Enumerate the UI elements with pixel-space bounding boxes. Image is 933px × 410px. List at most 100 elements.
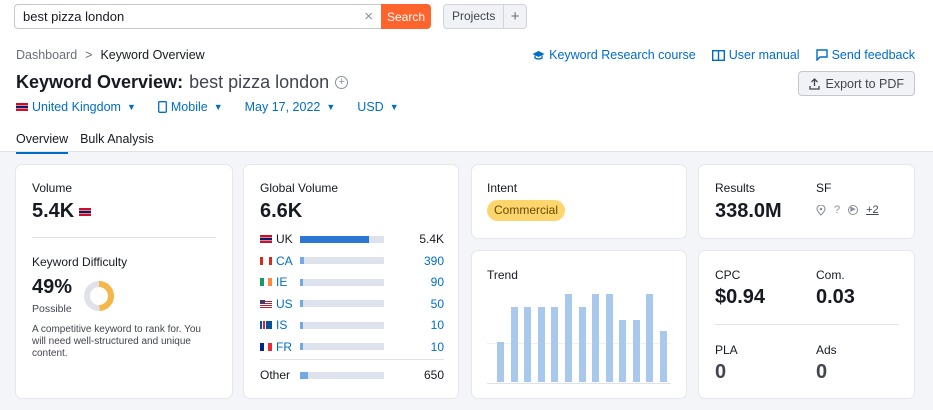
country-volume[interactable]: 10 xyxy=(384,340,444,354)
book-icon xyxy=(711,49,725,61)
difficulty-level: Possible xyxy=(32,303,72,315)
device-filter-label[interactable]: Mobile xyxy=(171,100,208,114)
divider xyxy=(260,359,444,360)
results-label: Results xyxy=(715,181,756,195)
intent-card: Intent Commercial xyxy=(472,165,686,238)
add-project-icon[interactable]: + xyxy=(504,8,526,25)
volume-bar-track xyxy=(300,300,384,307)
country-filter[interactable]: United Kingdom ▼ xyxy=(16,100,136,114)
export-icon xyxy=(808,77,820,90)
tab-overview[interactable]: Overview xyxy=(16,132,69,154)
cpc-value: $0.94 xyxy=(715,286,766,308)
country-cell[interactable]: US xyxy=(260,297,300,311)
country-volume[interactable]: 390 xyxy=(384,254,444,268)
trend-chart xyxy=(497,294,667,382)
country-volume[interactable]: 90 xyxy=(384,275,444,289)
trend-bar xyxy=(646,294,654,382)
country-code[interactable]: IE xyxy=(276,275,287,289)
user-manual-label[interactable]: User manual xyxy=(729,48,800,62)
ca-flag-icon xyxy=(260,256,272,265)
date-filter[interactable]: May 17, 2022 ▼ xyxy=(245,100,336,114)
trend-bar xyxy=(524,307,532,382)
country-filter-label[interactable]: United Kingdom xyxy=(32,100,121,114)
add-keyword-icon[interactable]: + xyxy=(335,76,349,89)
global-volume-value: 6.6K xyxy=(260,200,303,222)
country-code[interactable]: IS xyxy=(276,318,287,332)
device-filter[interactable]: Mobile ▼ xyxy=(157,100,223,114)
graduation-cap-icon xyxy=(532,50,545,60)
global-volume-row: FR 10 xyxy=(260,340,444,354)
question-icon: ? xyxy=(834,204,841,216)
trend-chart-baseline xyxy=(487,383,671,384)
country-volume[interactable]: 10 xyxy=(384,318,444,332)
country-cell[interactable]: FR xyxy=(260,340,300,354)
global-volume-row: UK 5.4K xyxy=(260,232,444,246)
volume-bar-fill xyxy=(300,343,304,350)
trend-bar xyxy=(564,294,572,382)
send-feedback-label[interactable]: Send feedback xyxy=(832,48,915,62)
page-header: Dashboard > Keyword Overview Keyword Res… xyxy=(0,34,933,154)
page-title-keyword: best pizza london xyxy=(189,72,330,92)
currency-filter[interactable]: USD ▼ xyxy=(357,100,398,114)
tab-bulk-analysis[interactable]: Bulk Analysis xyxy=(80,132,154,154)
trend-bar xyxy=(632,320,640,382)
export-pdf-button[interactable]: Export to PDF xyxy=(797,71,915,96)
clear-search-icon[interactable]: × xyxy=(364,8,373,25)
global-volume-row: IS 10 xyxy=(260,318,444,332)
sf-icons: ? ▶ +2 xyxy=(816,204,879,216)
global-volume-card: Global Volume 6.6K UK 5.4K CA 390 IE 90 US 50 IS… xyxy=(244,165,458,398)
divider xyxy=(32,237,216,238)
country-cell[interactable]: IS xyxy=(260,318,300,332)
mobile-icon xyxy=(157,101,167,113)
chevron-down-icon: ▼ xyxy=(326,102,336,112)
country-code[interactable]: CA xyxy=(276,254,293,268)
pla-label: PLA xyxy=(715,343,738,357)
country-volume[interactable]: 50 xyxy=(384,297,444,311)
volume-bar-track xyxy=(300,321,384,329)
country-code[interactable]: FR xyxy=(276,340,292,354)
tabs: Overview Bulk Analysis xyxy=(16,132,154,154)
breadcrumb-dashboard[interactable]: Dashboard xyxy=(16,48,77,62)
country-code[interactable]: US xyxy=(276,297,293,311)
country-cell[interactable]: IE xyxy=(260,275,300,289)
volume-bar-track xyxy=(300,257,384,264)
is-flag-icon xyxy=(260,321,272,329)
country-volume: 5.4K xyxy=(419,232,444,246)
difficulty-label: Keyword Difficulty xyxy=(32,255,128,269)
ie-flag-icon xyxy=(260,278,272,286)
currency-filter-label[interactable]: USD xyxy=(357,100,383,114)
volume-bar-track xyxy=(300,343,384,350)
trend-bar xyxy=(578,307,586,382)
projects-label[interactable]: Projects xyxy=(444,5,505,28)
difficulty-description: A competitive keyword to rank for. You w… xyxy=(32,324,201,359)
trend-label: Trend xyxy=(487,268,518,282)
search-input[interactable] xyxy=(15,5,345,28)
trend-bar xyxy=(510,307,518,382)
volume-bar-track xyxy=(300,278,384,286)
cpc-card: CPC $0.94 Com. 0.03 PLA 0 Ads 0 xyxy=(699,251,914,398)
location-pin-icon xyxy=(816,204,826,216)
volume-bar-track xyxy=(300,235,384,243)
uk-flag-icon xyxy=(79,207,92,216)
send-feedback-link[interactable]: Send feedback xyxy=(815,48,915,62)
projects-button[interactable]: Projects + xyxy=(443,4,527,29)
date-filter-label[interactable]: May 17, 2022 xyxy=(245,100,321,114)
keyword-research-course-label[interactable]: Keyword Research course xyxy=(549,48,696,62)
pla-value: 0 xyxy=(715,361,727,383)
export-pdf-label[interactable]: Export to PDF xyxy=(826,77,905,91)
sf-more[interactable]: +2 xyxy=(866,204,879,216)
trend-bar xyxy=(551,307,559,382)
country-cell[interactable]: CA xyxy=(260,254,300,268)
com-value: 0.03 xyxy=(816,286,855,308)
volume-bar-fill xyxy=(300,300,304,307)
page-title-prefix: Keyword Overview: xyxy=(16,72,184,92)
user-manual-link[interactable]: User manual xyxy=(711,48,800,62)
search-button[interactable]: Search xyxy=(381,4,431,29)
volume-value-row: 5.4K xyxy=(32,200,92,223)
ads-label: Ads xyxy=(816,343,837,357)
trend-card: Trend xyxy=(472,251,686,398)
top-bar: × Search Projects + xyxy=(0,0,933,34)
volume-label: Volume xyxy=(32,181,73,195)
country-code: UK xyxy=(276,232,293,246)
keyword-research-course-link[interactable]: Keyword Research course xyxy=(532,48,696,62)
